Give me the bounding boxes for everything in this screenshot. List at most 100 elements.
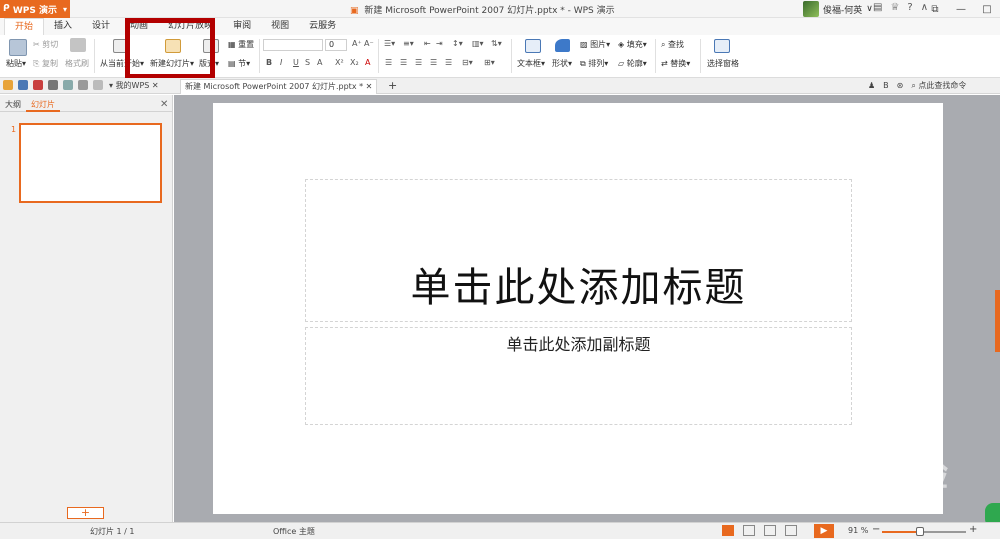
text-effect-button[interactable]: A — [365, 58, 370, 67]
arrange-button[interactable]: ⧉ 排列▾ — [580, 58, 608, 69]
textbox-button[interactable]: 文本框▾ — [517, 58, 545, 69]
format-painter-button[interactable]: 格式刷 — [65, 58, 89, 69]
shape-button[interactable]: 形状▾ — [552, 58, 572, 69]
underline-button[interactable]: U — [293, 58, 299, 67]
export-pdf-icon[interactable] — [33, 80, 43, 90]
title-placeholder[interactable]: 单击此处添加标题 — [305, 179, 852, 322]
copy-button[interactable]: ⎘ 复制 — [33, 58, 58, 69]
zoom-in-button[interactable]: + — [969, 524, 977, 535]
reading-view-icon[interactable] — [785, 525, 797, 536]
print-preview-icon[interactable] — [63, 80, 73, 90]
font-size-select[interactable]: 0 — [325, 39, 347, 51]
zoom-level[interactable]: 91 % — [848, 526, 868, 535]
subtitle-placeholder[interactable]: 单击此处添加副标题 — [305, 327, 852, 425]
zoom-out-button[interactable]: − — [872, 524, 880, 535]
from-current-button[interactable]: 从当前开始▾ — [100, 58, 144, 69]
theme-name[interactable]: Office 主题 — [273, 526, 315, 537]
decrease-indent-icon[interactable]: ⇤ — [424, 39, 431, 48]
section-button[interactable]: ▤ 节▾ — [228, 58, 250, 69]
help-icon[interactable]: ? — [907, 2, 912, 13]
reset-button[interactable]: ▦ 重置 — [228, 39, 254, 50]
numbering-icon[interactable]: ≡▾ — [403, 39, 414, 48]
smartart-icon[interactable]: ⊞▾ — [484, 58, 495, 67]
slide-thumbnail[interactable] — [19, 123, 162, 203]
zoom-slider[interactable] — [882, 527, 966, 536]
copy-label: 复制 — [41, 59, 58, 68]
shrink-font-icon[interactable]: A⁻ — [364, 39, 374, 48]
paste-button[interactable]: 粘贴▾ — [6, 58, 26, 69]
share-icon[interactable]: ⊛ — [897, 81, 904, 90]
bold-button[interactable]: B — [266, 58, 272, 67]
italic-button[interactable]: I — [280, 58, 282, 67]
tab-current-document[interactable]: 新建 Microsoft PowerPoint 2007 幻灯片.pptx * … — [180, 79, 378, 94]
strikethrough-button[interactable]: S — [305, 58, 310, 67]
tab-view[interactable]: 视图 — [261, 18, 299, 35]
tab-review[interactable]: 审阅 — [223, 18, 261, 35]
tab-slideshow[interactable]: 幻灯片放映 — [158, 18, 223, 35]
sorter-view-icon[interactable] — [764, 525, 776, 536]
picture-button[interactable]: ▨ 图片▾ — [580, 39, 610, 50]
superscript-button[interactable]: X² — [335, 58, 344, 67]
undo-icon[interactable] — [78, 80, 88, 90]
tab-cloud[interactable]: 云服务 — [299, 18, 346, 35]
font-color-button[interactable]: A — [317, 58, 322, 67]
tab-my-wps[interactable]: ▾ 我的WPS ✕ — [105, 79, 163, 94]
fill-button[interactable]: ◈ 填充▾ — [618, 39, 647, 50]
close-icon[interactable]: ✕ — [366, 82, 373, 91]
tab-animation[interactable]: 动画 — [120, 18, 158, 35]
vertical-align-icon[interactable]: ⊟▾ — [462, 58, 473, 67]
outline-button[interactable]: ▱ 轮廓▾ — [618, 58, 647, 69]
zoom-slider-thumb[interactable] — [915, 527, 924, 536]
normal-view-icon[interactable] — [722, 525, 734, 536]
distribute-icon[interactable]: ☰ — [445, 58, 452, 67]
side-panel-toggle[interactable] — [995, 290, 1000, 352]
close-icon[interactable]: ✕ — [160, 99, 168, 110]
save-icon[interactable] — [18, 80, 28, 90]
font-family-select[interactable] — [263, 39, 323, 51]
tab-slides[interactable]: 幻灯片 — [26, 98, 60, 112]
app-menu-button[interactable]: ᑭ WPS 演示 ▾ — [0, 0, 70, 18]
command-search[interactable]: ⌕ 点此查找命令 — [911, 80, 966, 91]
pin-icon[interactable]: ♟ — [868, 81, 875, 90]
align-right-icon[interactable]: ☰ — [415, 58, 422, 67]
replace-button[interactable]: ⇄ 替换▾ — [661, 58, 690, 69]
user-account[interactable]: 俊福-何英 ∨ — [803, 1, 873, 17]
cut-button[interactable]: ✂ 剪切 — [33, 39, 58, 50]
minimize-button[interactable]: — — [948, 0, 974, 18]
text-direction-icon[interactable]: ⇅▾ — [491, 39, 502, 48]
new-slide-button[interactable]: 新建幻灯片▾ — [150, 58, 194, 69]
play-slideshow-button[interactable]: ▶ — [814, 524, 834, 538]
maximize-button[interactable]: □ — [974, 0, 1000, 18]
justify-icon[interactable]: ☰ — [430, 58, 437, 67]
open-folder-icon[interactable] — [3, 80, 13, 90]
column-icon[interactable]: ▥▾ — [472, 39, 484, 48]
layout-button[interactable]: 版式▾ — [199, 58, 219, 69]
redo-icon[interactable] — [93, 80, 103, 90]
bullets-icon[interactable]: ☰▾ — [384, 39, 395, 48]
paste-icon[interactable] — [9, 39, 27, 56]
slide-canvas[interactable]: 单击此处添加标题 单击此处添加副标题 — [213, 103, 943, 514]
skin-icon[interactable]: ▤ — [873, 2, 882, 13]
new-tab-button[interactable]: + — [384, 79, 401, 94]
paint-bucket-icon: ◈ — [618, 40, 625, 49]
bold-icon[interactable]: B — [883, 81, 889, 90]
subscript-button[interactable]: X₂ — [350, 58, 359, 67]
shirt-icon[interactable]: ♕ — [890, 2, 899, 13]
tab-outline[interactable]: 大纲 — [0, 98, 26, 112]
find-button[interactable]: ⌕ 查找 — [661, 39, 684, 50]
outline-view-icon[interactable] — [743, 525, 755, 536]
restore-window-icon[interactable]: ⧉ — [922, 0, 948, 18]
grow-font-icon[interactable]: A⁺ — [352, 39, 362, 48]
line-spacing-icon[interactable]: ↕▾ — [452, 39, 463, 48]
tab-insert[interactable]: 插入 — [44, 18, 82, 35]
print-icon[interactable] — [48, 80, 58, 90]
selection-pane-button[interactable]: 选择窗格 — [707, 58, 739, 69]
add-slide-button[interactable]: + — [67, 507, 104, 519]
align-center-icon[interactable]: ☰ — [400, 58, 407, 67]
align-left-icon[interactable]: ☰ — [385, 58, 392, 67]
brush-icon — [70, 38, 86, 52]
tab-home[interactable]: 开始 — [4, 18, 45, 35]
tab-design[interactable]: 设计 — [82, 18, 120, 35]
slides-panel: 大纲 幻灯片 ✕ 1 + — [0, 95, 173, 522]
increase-indent-icon[interactable]: ⇥ — [436, 39, 443, 48]
